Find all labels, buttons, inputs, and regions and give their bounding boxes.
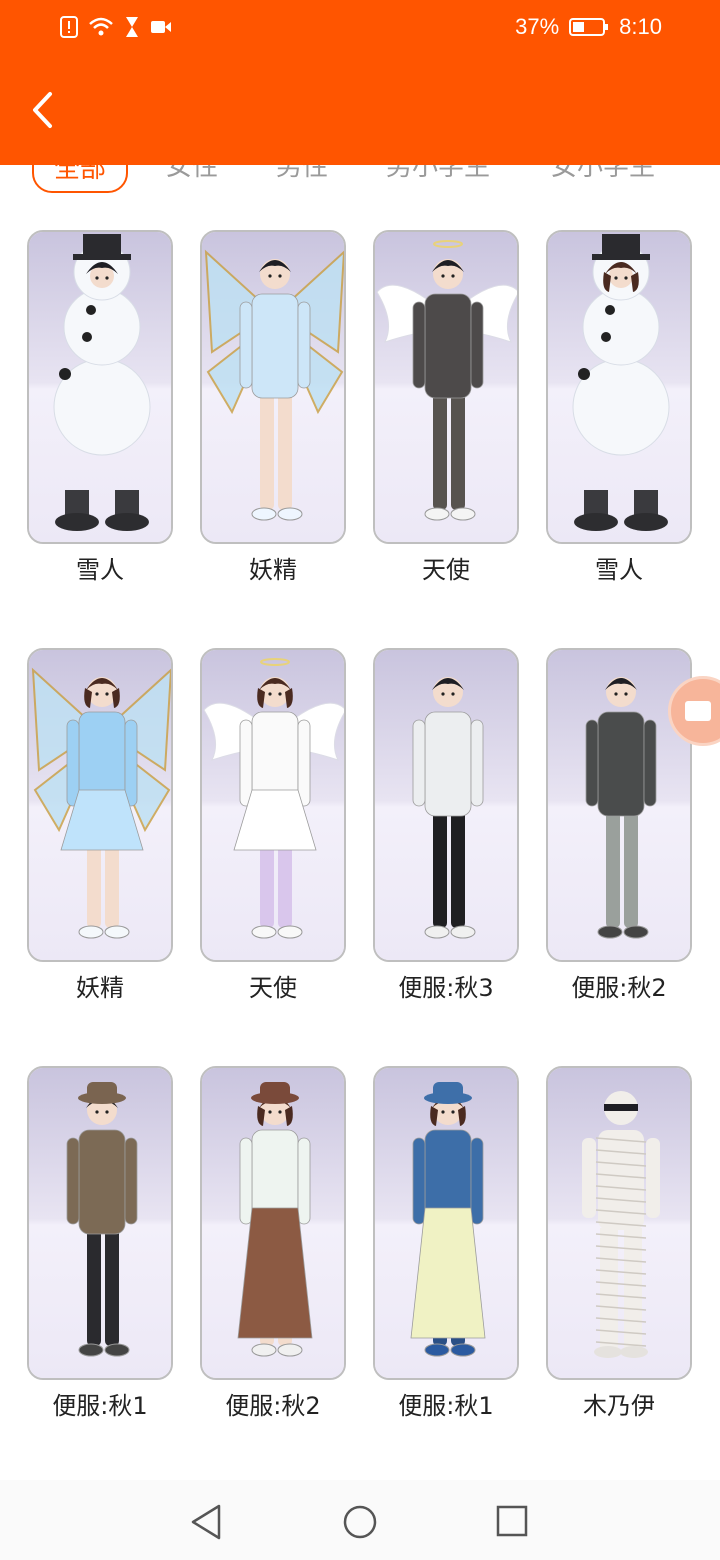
costume-thumbnail[interactable] [373,230,519,544]
costume-name: 雪人 [76,556,124,584]
chevron-left-icon [33,92,52,128]
costume-card[interactable]: 便服:秋1 [27,1066,173,1420]
costume-thumbnail[interactable] [373,1066,519,1380]
camera-icon [685,701,711,721]
costume-card[interactable]: 妖精 [27,648,173,1002]
costume-name: 便服:秋1 [398,1392,494,1420]
hourglass-icon [126,17,138,37]
character-figure [29,1068,171,1378]
costume-card[interactable]: 便服:秋1 [373,1066,519,1420]
costume-name: 天使 [422,556,470,584]
character-figure [548,232,690,542]
character-figure [375,232,517,542]
status-icons-right: 37% 8:10 [515,14,662,40]
status-icons-left [60,16,172,38]
costume-thumbnail[interactable] [546,648,692,962]
costume-thumbnail[interactable] [373,648,519,962]
costume-card[interactable]: 雪人 [546,230,692,584]
battery-percentage: 37% [515,14,560,39]
costume-name: 便服:秋2 [571,974,667,1002]
costume-name: 雪人 [595,556,643,584]
costume-thumbnail[interactable] [546,230,692,544]
costume-name: 天使 [249,974,297,1002]
video-icon [151,21,171,33]
costume-card[interactable]: 天使 [200,648,346,1002]
costume-thumbnail[interactable] [27,1066,173,1380]
costume-thumbnail[interactable] [200,230,346,544]
costume-thumbnail[interactable] [546,1066,692,1380]
back-button[interactable] [22,88,62,132]
costume-card[interactable]: 便服:秋2 [546,648,692,1002]
battery-icon [569,18,609,36]
character-figure [548,1068,690,1378]
costume-name: 妖精 [249,556,297,584]
character-figure [29,650,171,960]
costume-card[interactable]: 便服:秋2 [200,1066,346,1420]
nav-back-icon[interactable] [187,1502,227,1542]
system-nav-bar [0,1480,720,1560]
character-figure [375,1068,517,1378]
costume-card[interactable]: 妖精 [200,230,346,584]
app-header: 37% 8:10 [0,0,720,165]
costume-name: 妖精 [76,974,124,1002]
character-figure [202,1068,344,1378]
costume-card[interactable]: 雪人 [27,230,173,584]
costume-thumbnail[interactable] [200,648,346,962]
costume-thumbnail[interactable] [27,648,173,962]
costume-thumbnail[interactable] [200,1066,346,1380]
clock: 8:10 [619,14,662,39]
costume-name: 便服:秋1 [52,1392,148,1420]
alert-icon [60,16,78,38]
costume-card[interactable]: 天使 [373,230,519,584]
character-figure [202,650,344,960]
character-figure [202,232,344,542]
costume-name: 便服:秋2 [225,1392,321,1420]
wifi-icon [89,17,113,36]
character-figure [29,232,171,542]
nav-home-icon[interactable] [340,1502,380,1542]
costume-card[interactable]: 便服:秋3 [373,648,519,1002]
costume-card[interactable]: 木乃伊 [546,1066,692,1420]
status-bar: 37% 8:10 [0,0,720,58]
costume-name: 木乃伊 [583,1392,655,1420]
character-figure [375,650,517,960]
costume-name: 便服:秋3 [398,974,494,1002]
nav-recents-icon[interactable] [493,1502,533,1542]
costume-thumbnail[interactable] [27,230,173,544]
